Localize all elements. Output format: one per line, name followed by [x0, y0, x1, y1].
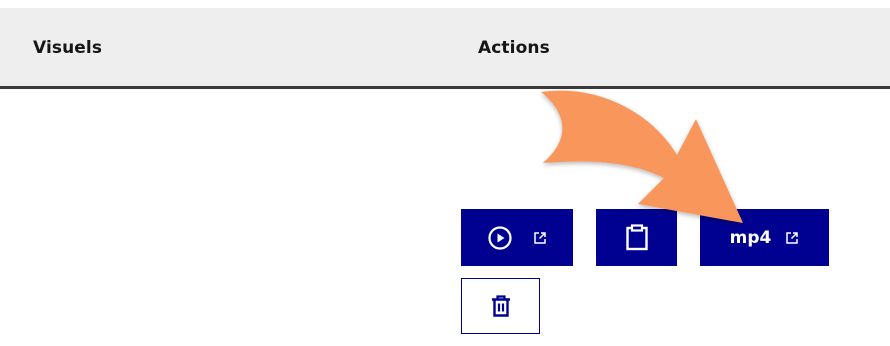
mp4-download-button[interactable]: mp4 — [700, 209, 829, 266]
external-link-icon — [533, 231, 547, 245]
copy-button[interactable] — [596, 209, 677, 266]
external-link-icon — [785, 231, 799, 245]
mp4-label: mp4 — [729, 227, 772, 248]
play-video-button[interactable] — [461, 209, 573, 266]
page: Visuels Actions mp4 — [0, 0, 890, 346]
trash-icon — [491, 295, 511, 317]
delete-button[interactable] — [461, 278, 540, 334]
column-header-visuels: Visuels — [33, 38, 103, 58]
column-header-actions: Actions — [478, 38, 550, 58]
play-circle-icon — [487, 225, 513, 251]
clipboard-icon — [625, 224, 649, 251]
table-header: Visuels Actions — [0, 8, 890, 89]
